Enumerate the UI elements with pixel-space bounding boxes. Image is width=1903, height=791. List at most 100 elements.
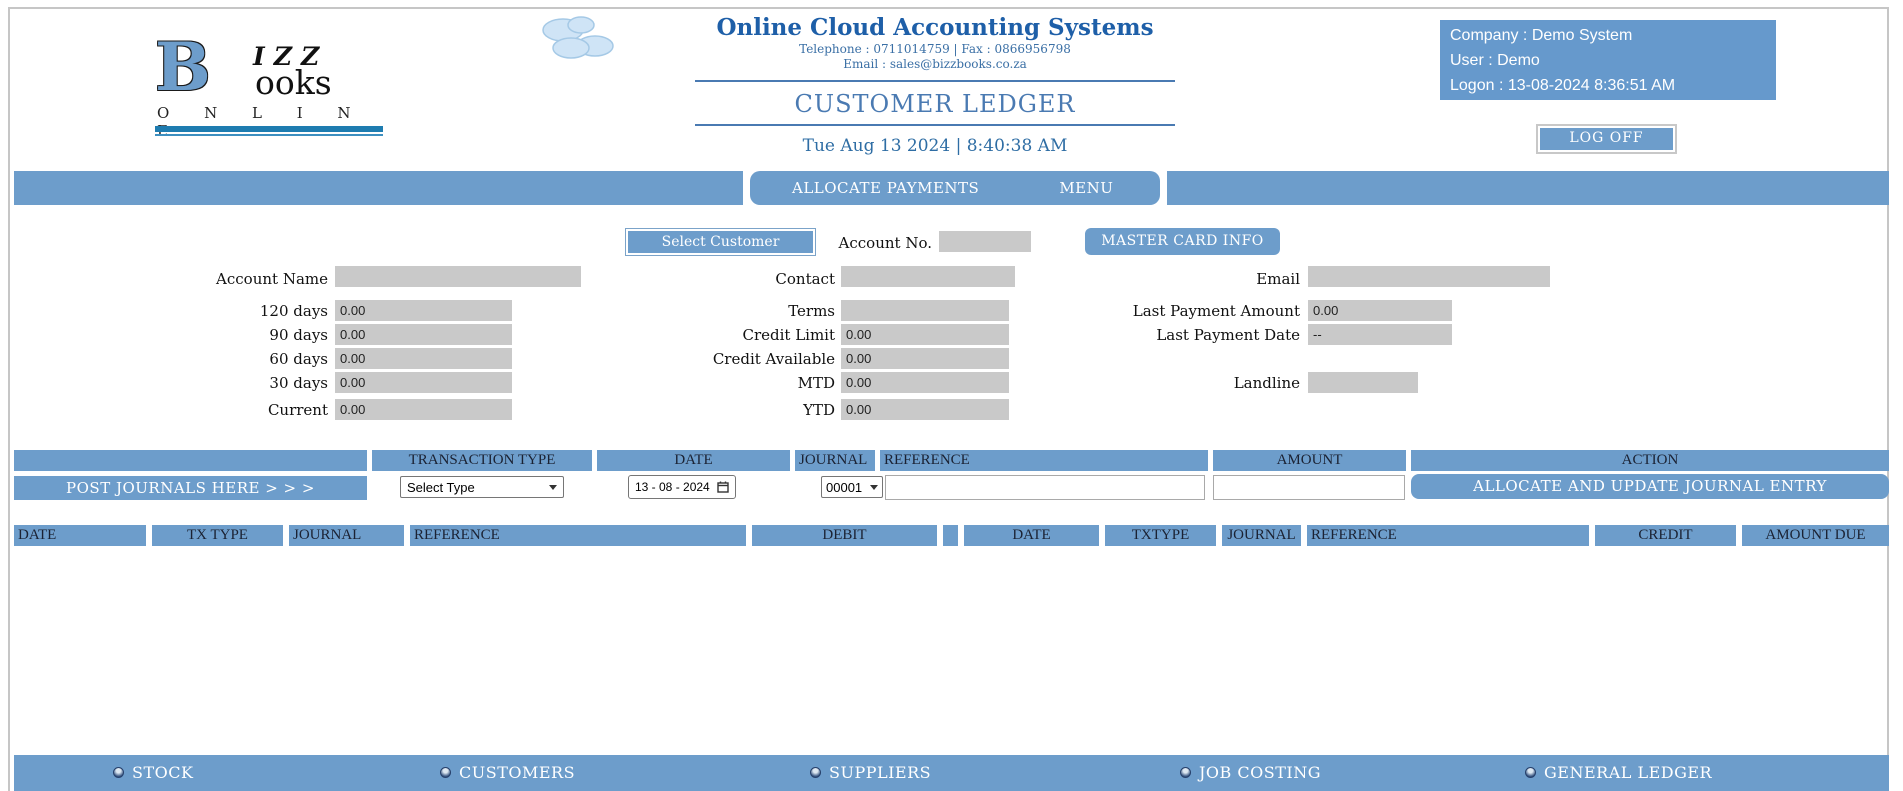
session-info-box: Company : Demo System User : Demo Logon … (1440, 20, 1776, 100)
ledger-left-header-journal: JOURNAL (289, 525, 404, 546)
footer-item-customers[interactable]: CUSTOMERS (440, 763, 575, 782)
ytd-field: 0.00 (841, 399, 1009, 420)
account-name-field (335, 266, 581, 287)
select-customer-button[interactable]: Select Customer (626, 229, 815, 255)
footer-item-label: GENERAL LEDGER (1544, 763, 1712, 782)
journal-header-blank (14, 450, 367, 471)
aging-120-field: 0.00 (335, 300, 512, 321)
email-label: Email (1080, 270, 1300, 288)
allocate-update-journal-button[interactable]: ALLOCATE AND UPDATE JOURNAL ENTRY (1411, 474, 1889, 499)
landline-label: Landline (1080, 374, 1300, 392)
ledger-right-header-amount-due: AMOUNT DUE (1742, 525, 1889, 546)
ledger-left-header-debit: DEBIT (752, 525, 937, 546)
email-line: Email : sales@bizzbooks.co.za (685, 57, 1185, 71)
log-off-button[interactable]: LOG OFF (1538, 126, 1675, 152)
terms-field (841, 300, 1009, 321)
last-payment-amount-field: 0.00 (1308, 300, 1452, 321)
aging-30-label: 30 days (150, 374, 328, 392)
footer-item-job-costing[interactable]: JOB COSTING (1180, 763, 1321, 782)
credit-limit-field: 0.00 (841, 324, 1009, 345)
last-payment-amount-label: Last Payment Amount (1080, 302, 1300, 320)
aging-current-label: Current (150, 401, 328, 419)
footer-item-label: JOB COSTING (1199, 763, 1321, 782)
last-payment-date-field: -- (1308, 324, 1452, 345)
ytd-label: YTD (660, 401, 835, 419)
ledger-right-header-credit: CREDIT (1595, 525, 1736, 546)
ledger-right-header-date: DATE (964, 525, 1099, 546)
bizzbooks-logo: B IZZ ooks O N L I N E (155, 40, 385, 135)
logo-letter-b: B (155, 34, 211, 100)
post-journals-button[interactable]: POST JOURNALS HERE > > > (14, 476, 367, 500)
menu-item-allocate-payments[interactable]: ALLOCATE PAYMENTS (792, 179, 979, 197)
footer-item-general-ledger[interactable]: GENERAL LEDGER (1525, 763, 1712, 782)
footer-item-label: CUSTOMERS (459, 763, 575, 782)
bullet-icon (440, 767, 451, 778)
credit-available-field: 0.00 (841, 348, 1009, 369)
aging-90-label: 90 days (150, 326, 328, 344)
master-card-info-button[interactable]: MASTER CARD INFO (1085, 228, 1280, 255)
ledger-left-header-txtype: TX TYPE (152, 525, 283, 546)
chevron-down-icon (870, 485, 878, 494)
contact-label: Contact (660, 270, 835, 288)
email-field (1308, 266, 1550, 287)
session-logon: Logon : 13-08-2024 8:36:51 AM (1450, 73, 1776, 98)
transaction-type-select[interactable]: Select Type (400, 476, 564, 498)
divider-bottom (695, 124, 1175, 126)
journal-header-date: DATE (597, 450, 790, 471)
page-title: CUSTOMER LEDGER (685, 90, 1185, 118)
footer-item-suppliers[interactable]: SUPPLIERS (810, 763, 931, 782)
aging-120-label: 120 days (150, 302, 328, 320)
account-name-label: Account Name (150, 270, 328, 288)
bullet-icon (1180, 767, 1191, 778)
bullet-icon (113, 767, 124, 778)
session-company: Company : Demo System (1450, 23, 1776, 48)
journal-number-value: 00001 (826, 480, 862, 495)
cloud-icon (537, 12, 623, 64)
calendar-icon (717, 481, 729, 493)
ledger-header-spacer (943, 525, 958, 546)
journal-header-journal: JOURNAL (795, 450, 875, 471)
aging-30-field: 0.00 (335, 372, 512, 393)
journal-date-input[interactable]: 13 - 08 - 2024 (628, 475, 736, 499)
account-no-label: Account No. (800, 234, 932, 252)
mtd-field: 0.00 (841, 372, 1009, 393)
ledger-right-header-reference: REFERENCE (1307, 525, 1589, 546)
logo-ooks: ooks (255, 67, 332, 99)
bullet-icon (1525, 767, 1536, 778)
logo-underline (155, 126, 383, 136)
amount-input[interactable] (1213, 475, 1405, 500)
landline-field (1308, 372, 1418, 393)
aging-current-field: 0.00 (335, 399, 512, 420)
footer-item-label: STOCK (132, 763, 193, 782)
session-user: User : Demo (1450, 48, 1776, 73)
credit-available-label: Credit Available (660, 350, 835, 368)
chevron-down-icon (549, 485, 557, 494)
divider-top (695, 80, 1175, 82)
aging-60-field: 0.00 (335, 348, 512, 369)
menu-box: ALLOCATE PAYMENTS MENU (750, 171, 1160, 205)
journal-header-action: ACTION (1411, 450, 1889, 471)
journal-header-reference: REFERENCE (880, 450, 1208, 471)
contact-field (841, 266, 1015, 287)
aging-90-field: 0.00 (335, 324, 512, 345)
app-title: Online Cloud Accounting Systems (685, 14, 1185, 41)
reference-input[interactable] (885, 475, 1205, 500)
journal-date-value: 13 - 08 - 2024 (635, 480, 710, 494)
terms-label: Terms (660, 302, 835, 320)
journal-number-select[interactable]: 00001 (821, 476, 883, 498)
mtd-label: MTD (660, 374, 835, 392)
footer-item-label: SUPPLIERS (829, 763, 931, 782)
account-no-field (939, 231, 1031, 252)
ledger-left-header-reference: REFERENCE (410, 525, 746, 546)
menu-item-menu[interactable]: MENU (1059, 179, 1113, 197)
footer-item-stock[interactable]: STOCK (113, 763, 193, 782)
journal-header-transaction-type: TRANSACTION TYPE (372, 450, 592, 471)
bullet-icon (810, 767, 821, 778)
aging-60-label: 60 days (150, 350, 328, 368)
current-datetime: Tue Aug 13 2024 | 8:40:38 AM (685, 136, 1185, 156)
phone-fax-line: Telephone : 0711014759 | Fax : 086695679… (685, 42, 1185, 56)
ledger-right-header-txtype: TXTYPE (1105, 525, 1216, 546)
journal-header-amount: AMOUNT (1213, 450, 1406, 471)
ledger-left-header-date: DATE (14, 525, 146, 546)
credit-limit-label: Credit Limit (660, 326, 835, 344)
